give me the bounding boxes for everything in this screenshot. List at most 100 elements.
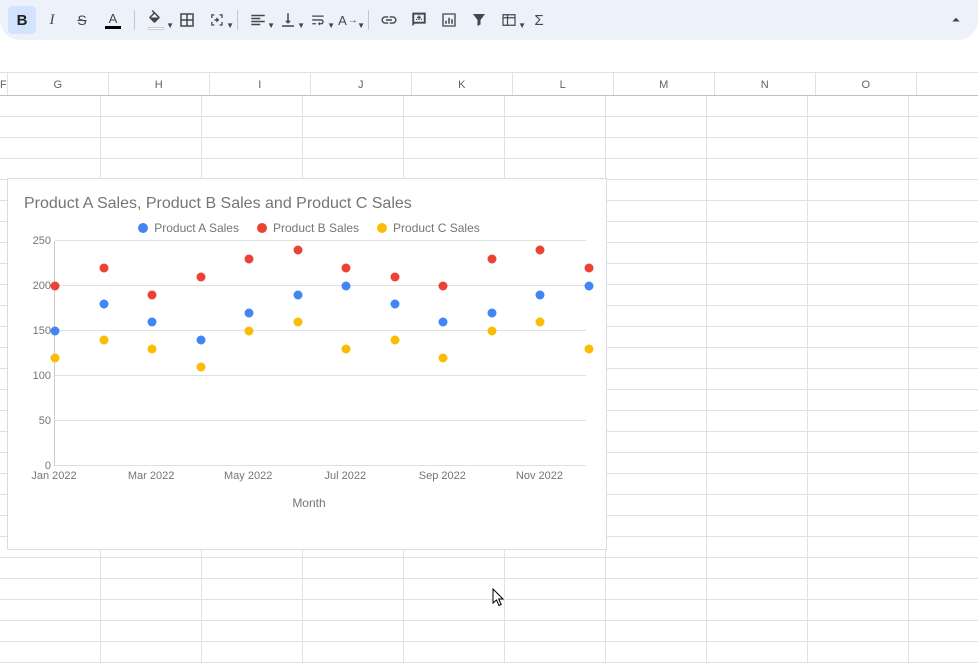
grid-cell[interactable] (707, 159, 808, 179)
grid-cell[interactable] (707, 453, 808, 473)
insert-comment-button[interactable] (405, 6, 433, 34)
grid-cell[interactable] (707, 138, 808, 158)
grid-cell[interactable] (707, 642, 808, 662)
grid-cell[interactable] (303, 117, 404, 137)
grid-cell[interactable] (404, 117, 505, 137)
grid-cell[interactable] (909, 579, 978, 599)
grid-cell[interactable] (808, 579, 909, 599)
grid-cell[interactable] (909, 516, 978, 536)
grid-cell[interactable] (808, 159, 909, 179)
grid-cell[interactable] (505, 642, 606, 662)
grid-cell[interactable] (101, 642, 202, 662)
grid-cell[interactable] (909, 327, 978, 347)
column-header[interactable]: L (513, 73, 614, 95)
grid-cell[interactable] (606, 369, 707, 389)
vertical-align-button[interactable]: ▼ (274, 6, 302, 34)
grid-cell[interactable] (909, 411, 978, 431)
fill-color-button[interactable]: ▼ (141, 6, 171, 34)
grid-cell[interactable] (808, 369, 909, 389)
grid-cell[interactable] (808, 642, 909, 662)
grid-cell[interactable] (303, 600, 404, 620)
grid-cell[interactable] (707, 180, 808, 200)
grid-cell[interactable] (606, 138, 707, 158)
grid-cell[interactable] (909, 474, 978, 494)
text-color-button[interactable]: A (98, 6, 128, 34)
grid-cell[interactable] (909, 537, 978, 557)
grid-cell[interactable] (303, 642, 404, 662)
grid-cell[interactable] (606, 96, 707, 116)
grid-cell[interactable] (606, 495, 707, 515)
functions-button[interactable]: Σ (525, 6, 553, 34)
italic-button[interactable]: I (38, 6, 66, 34)
strikethrough-button[interactable]: S (68, 6, 96, 34)
grid-cell[interactable] (606, 474, 707, 494)
grid-cell[interactable] (808, 348, 909, 368)
grid-cell[interactable] (606, 558, 707, 578)
grid-cell[interactable] (909, 432, 978, 452)
grid-cell[interactable] (909, 495, 978, 515)
grid-cell[interactable] (101, 579, 202, 599)
grid-cell[interactable] (808, 96, 909, 116)
grid-cell[interactable] (606, 348, 707, 368)
grid-cell[interactable] (606, 306, 707, 326)
grid-cell[interactable] (606, 390, 707, 410)
grid-cell[interactable] (505, 558, 606, 578)
insert-chart-button[interactable] (435, 6, 463, 34)
grid-cell[interactable] (606, 537, 707, 557)
grid-cell[interactable] (909, 243, 978, 263)
grid-cell[interactable] (707, 369, 808, 389)
grid-cell[interactable] (505, 117, 606, 137)
grid-cell[interactable] (303, 579, 404, 599)
grid-cell[interactable] (808, 390, 909, 410)
grid-cell[interactable] (909, 264, 978, 284)
grid-cell[interactable] (909, 285, 978, 305)
grid-cell[interactable] (707, 390, 808, 410)
grid-cell[interactable] (101, 621, 202, 641)
grid-cell[interactable] (606, 516, 707, 536)
grid-cell[interactable] (404, 558, 505, 578)
filter-views-button[interactable]: ▼ (495, 6, 523, 34)
grid-cell[interactable] (0, 621, 101, 641)
grid-cell[interactable] (101, 159, 202, 179)
grid-cell[interactable] (808, 474, 909, 494)
grid-cell[interactable] (606, 621, 707, 641)
text-rotation-button[interactable]: A→ ▼ (334, 6, 362, 34)
grid-cell[interactable] (707, 621, 808, 641)
grid-cell[interactable] (909, 621, 978, 641)
grid-cell[interactable] (101, 558, 202, 578)
insert-link-button[interactable] (375, 6, 403, 34)
grid-cell[interactable] (909, 96, 978, 116)
grid-cell[interactable] (606, 243, 707, 263)
grid-cell[interactable] (808, 453, 909, 473)
column-header[interactable]: H (109, 73, 210, 95)
grid-cell[interactable] (303, 621, 404, 641)
grid-cell[interactable] (101, 138, 202, 158)
column-header[interactable]: N (715, 73, 816, 95)
grid-cell[interactable] (505, 600, 606, 620)
grid-cell[interactable] (808, 600, 909, 620)
grid-cell[interactable] (707, 411, 808, 431)
embedded-chart[interactable]: Product A Sales, Product B Sales and Pro… (7, 178, 607, 550)
grid-cell[interactable] (707, 327, 808, 347)
grid-cell[interactable] (707, 264, 808, 284)
grid-cell[interactable] (404, 138, 505, 158)
grid-cell[interactable] (909, 306, 978, 326)
column-header[interactable]: I (210, 73, 311, 95)
grid-cell[interactable] (909, 159, 978, 179)
grid-cell[interactable] (202, 159, 303, 179)
grid-cell[interactable] (808, 138, 909, 158)
grid-cell[interactable] (101, 600, 202, 620)
grid-cell[interactable] (505, 138, 606, 158)
grid-cell[interactable] (606, 201, 707, 221)
grid-cell[interactable] (606, 180, 707, 200)
grid-cell[interactable] (707, 558, 808, 578)
column-header[interactable]: M (614, 73, 715, 95)
column-header[interactable]: F (0, 73, 8, 95)
collapse-toolbar-button[interactable] (942, 6, 970, 34)
grid-cell[interactable] (606, 327, 707, 347)
grid-cell[interactable] (0, 117, 101, 137)
column-header[interactable]: K (412, 73, 513, 95)
horizontal-align-button[interactable]: ▼ (244, 6, 272, 34)
grid-cell[interactable] (202, 579, 303, 599)
grid-cell[interactable] (404, 579, 505, 599)
